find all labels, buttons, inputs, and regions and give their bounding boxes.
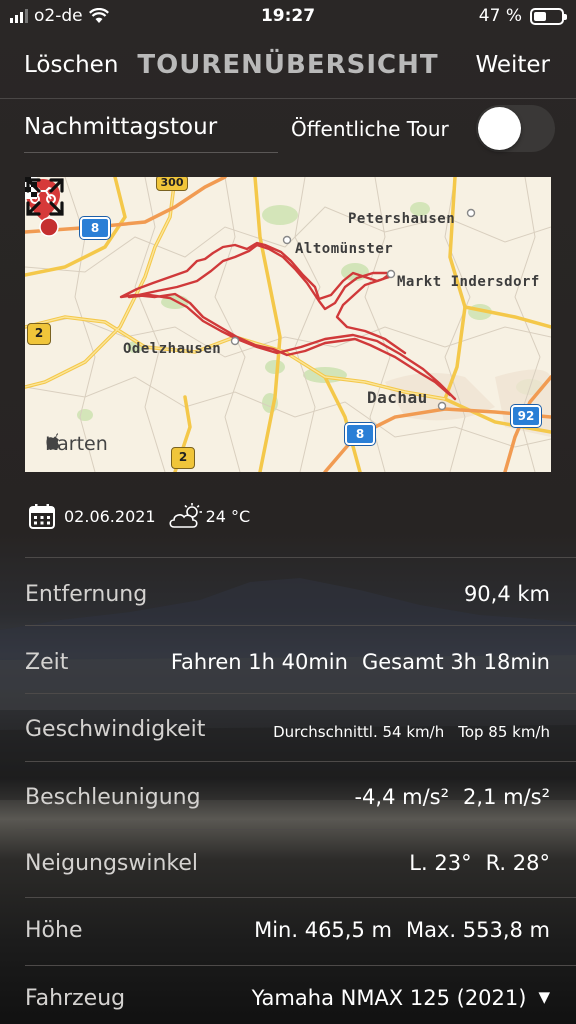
lean-right: R. 28° [485,851,550,875]
stat-row-acceleration: Beschleunigung -4,4 m/s² 2,1 m/s² [0,762,576,830]
lean-angle-values: L. 23° R. 28° [409,851,550,875]
route-track [119,241,457,401]
toggle-knob [478,107,521,150]
distance-value: 90,4 km [463,582,550,606]
stat-row-altitude: Höhe Min. 465,5 m Max. 553,8 m [0,898,576,966]
stat-row-lean-angle: Neigungswinkel L. 23° R. 28° [0,830,576,898]
top-speed: Top 85 km/h [458,723,550,741]
apple-logo-icon [46,433,60,450]
drive-time: Fahren 1h 40min [170,650,348,674]
vehicle-label: Fahrzeug [25,986,126,1011]
stat-row-speed: Geschwindigkeit Durchschnittl. 54 km/h To… [0,694,576,762]
altitude-values: Min. 465,5 m Max. 553,8 m [254,918,550,942]
speed-values: Durchschnittl. 54 km/h Top 85 km/h [273,723,550,741]
acceleration-values: -4,4 m/s² 2,1 m/s² [354,785,550,809]
lean-left: L. 23° [409,851,472,875]
tour-name-underline [24,152,278,153]
road-shield-2-west: 2 [27,323,51,345]
altitude-label: Höhe [25,918,83,943]
road-shield-8-south: 8 [345,423,375,445]
tour-date: 02.06.2021 [64,506,156,526]
tour-date-weather: 02.06.2021 24 °C [28,502,250,530]
public-tour-label: Öffentliche Tour [291,117,449,141]
average-speed: Durchschnittl. 54 km/h [273,723,445,741]
temperature: 24 °C [205,506,251,526]
status-bar: o2-de 19:27 47 % [0,0,576,34]
vehicle-select[interactable]: Yamaha NMAX 125 (2021) ▼ [252,986,550,1010]
road-shield-2-south: 2 [171,447,195,469]
road-shield-92: 92 [511,405,541,427]
road-shield-300: 300 [156,177,188,191]
dropdown-caret-icon: ▼ [538,988,550,1006]
navigation-bar: Löschen TOURENÜBERSICHT Weiter [0,44,576,90]
nav-divider [0,98,576,99]
acceleration-max: 2,1 m/s² [463,785,550,809]
next-button[interactable]: Weiter [475,52,550,78]
map-label-markt-indersdorf: Markt Indersdorf [397,274,540,290]
route-map[interactable]: Petershausen Altomünster Markt Indersdor… [25,177,551,472]
expand-map-icon[interactable] [25,177,65,217]
stat-row-distance: Entfernung 90,4 km [0,558,576,626]
altitude-min: Min. 465,5 m [254,918,392,942]
calendar-icon [29,504,55,529]
battery-icon [530,7,567,25]
map-label-altomuenster: Altomünster [295,241,394,257]
altitude-max: Max. 553,8 m [405,918,550,942]
tour-name-field[interactable]: Nachmittagstour [24,114,217,140]
acceleration-min: -4,4 m/s² [354,785,450,809]
partly-cloudy-icon [169,503,202,528]
speed-label: Geschwindigkeit [25,717,206,742]
maps-attribution: Karten [45,433,108,455]
map-label-petershausen: Petershausen [348,211,456,227]
public-tour-toggle[interactable] [476,105,555,152]
map-label-odelzhausen: Odelzhausen [123,341,222,357]
road-shield-8-north: 8 [80,217,110,239]
distance-label: Entfernung [25,582,148,607]
lean-angle-label: Neigungswinkel [25,851,199,876]
acceleration-label: Beschleunigung [25,785,201,810]
total-time: Gesamt 3h 18min [361,650,550,674]
time-values: Fahren 1h 40min Gesamt 3h 18min [171,650,550,674]
time-label: Zeit [25,650,69,675]
battery-percent: 47 % [478,6,522,26]
map-label-dachau: Dachau [367,388,428,407]
vehicle-value: Yamaha NMAX 125 (2021) [251,986,527,1010]
stat-row-vehicle[interactable]: Fahrzeug Yamaha NMAX 125 (2021) ▼ [0,966,576,1024]
stat-row-time: Zeit Fahren 1h 40min Gesamt 3h 18min [0,626,576,694]
